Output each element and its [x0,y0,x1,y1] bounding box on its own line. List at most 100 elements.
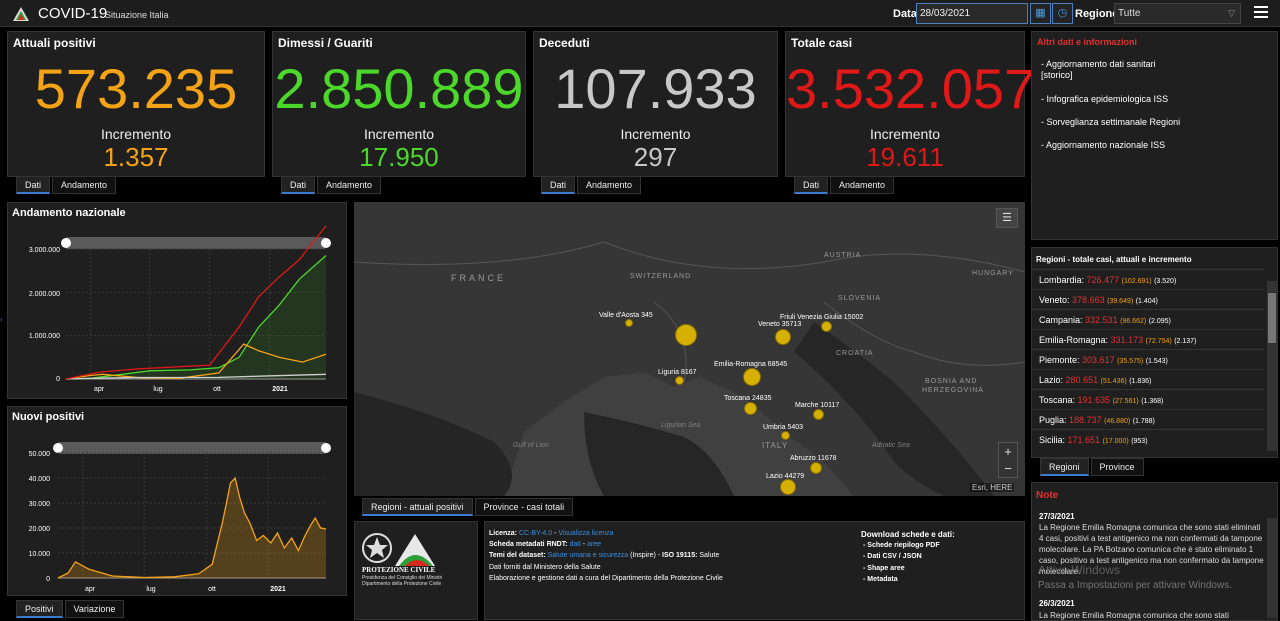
card-increment-label: Incremento [620,126,691,142]
tab-dati[interactable]: Dati [794,176,829,194]
region-name: Lazio: [1039,375,1064,385]
map-attribution: Esri, HERE [970,483,1015,492]
tab-positivi[interactable]: Positivi [16,600,63,618]
app-title: COVID-19 [38,5,108,22]
region-dot[interactable] [675,376,684,385]
metadata-row: Scheda metadati RNDT: dati - aree [489,541,601,548]
region-label: Lazio 44279 [766,473,805,480]
tab-andamento[interactable]: Andamento [317,176,382,194]
region-dot[interactable] [810,462,822,474]
card-tabs-guariti: Dati Andamento [281,176,383,194]
metadata-data-link[interactable]: dati [570,541,581,548]
region-active: (39.649) [1107,298,1134,305]
themes-rest: (Inspire) - [628,552,663,559]
date-input[interactable]: 28/03/2021 [916,3,1028,24]
card-tabs-attuali: Dati Andamento [16,176,118,194]
range-slider-end-handle[interactable] [321,443,331,453]
country-label: BOSNIA AND [925,378,978,385]
range-slider-track[interactable] [58,442,326,454]
region-dot[interactable] [675,324,697,346]
region-dot[interactable] [775,329,791,345]
range-slider-start-handle[interactable] [53,443,63,453]
region-dot[interactable] [743,368,761,386]
tab-dati[interactable]: Dati [541,176,576,194]
region-label: Friuli Venezia Giulia 15002 [780,314,864,321]
list-item[interactable]: Emilia-Romagna: 331.173 (72.754) (2.137) [1032,329,1264,349]
link-sorveglianza-settimanale[interactable]: - Sorveglianza settimanale Regioni [1041,117,1180,128]
region-label: Regione [1075,8,1119,20]
y-tick-label: 30.000 [29,501,51,508]
card-title: Deceduti [539,36,590,50]
license-link[interactable]: CC-BY-4.0 [519,530,552,537]
region-increment: (1.404) [1135,298,1158,305]
range-slider-start-handle[interactable] [61,238,71,248]
zoom-out-icon[interactable]: − [999,460,1017,477]
sea-label: Adriatic Sea [872,442,910,449]
themes-label: Temi del dataset: [489,552,546,559]
region-dot[interactable] [821,321,832,332]
map-view[interactable]: FRANCE SWITZERLAND AUSTRIA HUNGARY SLOVE… [354,202,1025,496]
region-select-value: Tutte [1118,8,1141,19]
list-item[interactable]: Puglia: 188.737 (46.880) (1.788) [1032,409,1264,429]
tab-province-casi[interactable]: Province - casi totali [474,498,574,516]
list-item[interactable]: Toscana: 191.635 (27.561) (1.368) [1032,389,1264,409]
list-item[interactable]: Veneto: 378.663 (39.649) (1.404) [1032,289,1264,309]
legend-list-icon[interactable]: ☰ [996,208,1018,228]
list-item[interactable]: Campania: 332.531 (96.662) (2.095) [1032,309,1264,329]
themes-link[interactable]: Salute umana e sicurezza [548,552,629,559]
list-item[interactable]: Lombardia: 726.477 (102.691) (3.520) [1032,269,1264,289]
scrollbar-thumb[interactable] [1268,293,1276,343]
range-slider-end-handle[interactable] [321,238,331,248]
region-dot[interactable] [781,431,790,440]
region-label: Abruzzo 11678 [790,455,837,462]
download-csv-link[interactable]: - Dati CSV / JSON [863,553,922,560]
tab-regioni[interactable]: Regioni [1040,458,1089,476]
link-aggiornamento-nazionale-iss[interactable]: - Aggiornamento nazionale ISS [1041,140,1165,151]
y-tick-label: 3.000.000 [29,247,60,254]
calendar-icon[interactable]: ▦ [1030,3,1051,24]
list-item[interactable]: Lazio: 280.651 (51.436) (1.836) [1032,369,1264,389]
notes-scrollbar[interactable] [1267,518,1277,618]
tab-regioni-attuali[interactable]: Regioni - attuali positivi [362,498,473,516]
tab-andamento[interactable]: Andamento [52,176,117,194]
list-item[interactable]: Sicilia: 171.651 (17.000) (953) [1032,429,1264,449]
clock-icon[interactable]: ◷ [1052,3,1073,24]
download-metadata-link[interactable]: - Metadata [863,576,898,583]
link-infografica-iss[interactable]: - Infografica epidemiologica ISS [1041,94,1168,105]
andamento-nazionale-panel: Andamento nazionale 3.000.000 2.000.000 … [7,202,347,399]
download-pdf-link[interactable]: - Schede riepilogo PDF [863,542,940,549]
link-storico[interactable]: [storico] [1041,70,1073,81]
info-panel: Altri dati e informazioni - Aggiornament… [1031,31,1278,240]
region-dot[interactable] [625,319,633,327]
map-basemap [354,202,1025,496]
region-select[interactable]: Tutte ▽ [1114,3,1241,24]
tab-dati[interactable]: Dati [281,176,316,194]
region-dot[interactable] [744,402,757,415]
range-slider-track[interactable] [66,237,326,249]
download-shape-link[interactable]: - Shape aree [863,565,905,572]
tab-dati[interactable]: Dati [16,176,51,194]
region-list-scrollbar[interactable] [1267,281,1277,451]
tab-andamento[interactable]: Andamento [577,176,642,194]
region-dot[interactable] [813,409,824,420]
view-license-link[interactable]: Visualizza licenza [558,530,613,537]
tab-andamento[interactable]: Andamento [830,176,895,194]
date-label: Data [893,8,917,20]
tab-province[interactable]: Province [1090,458,1144,476]
region-name: Lombardia: [1039,275,1085,285]
license-row: Licenza: CC-BY-4.0 - Visualizza licenza [489,530,614,537]
region-dot[interactable] [780,479,796,495]
region-active: (102.691) [1121,278,1152,285]
card-title: Totale casi [791,36,853,50]
list-item[interactable]: Piemonte: 303.617 (35.575) (1.543) [1032,349,1264,369]
tab-variazione[interactable]: Variazione [64,600,125,618]
link-aggiornamento-dati-sanitari[interactable]: - Aggiornamento dati sanitari [1041,59,1156,70]
card-title: Attuali positivi [13,36,96,50]
zoom-in-icon[interactable]: + [999,443,1017,460]
footer-logo-panel: PROTEZIONE CIVILE Presidenza del Consigl… [354,521,478,620]
region-name: Sicilia: [1039,435,1066,445]
metadata-areas-link[interactable]: aree [587,541,601,548]
app-header: COVID-19 Situazione Italia Data 28/03/20… [0,0,1280,27]
side-expand-icon[interactable]: › [0,315,4,327]
hamburger-menu-icon[interactable] [1254,6,1268,20]
